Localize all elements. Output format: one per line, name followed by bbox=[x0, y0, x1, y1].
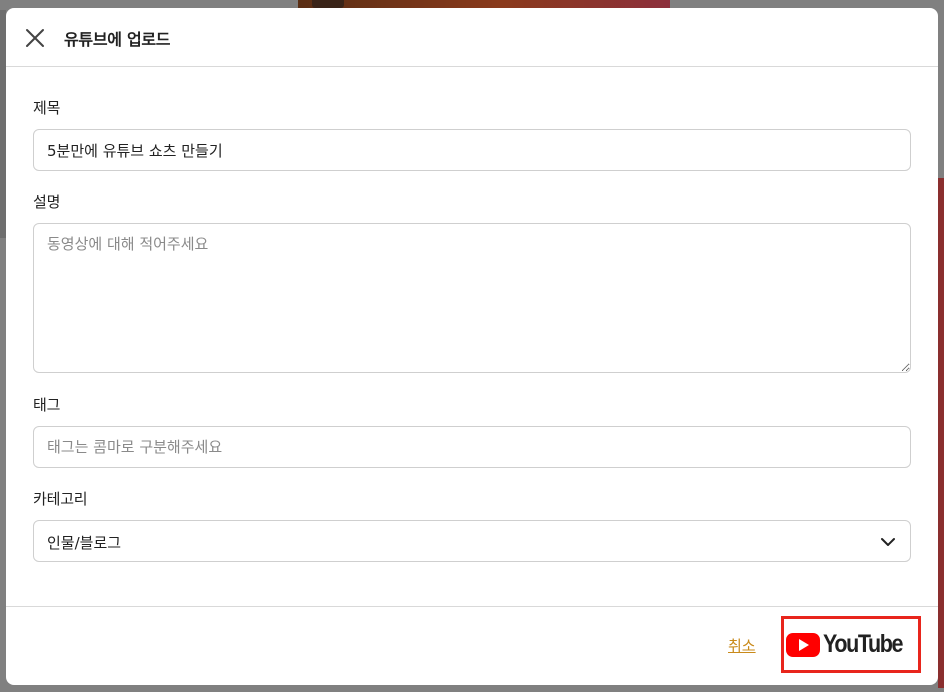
dialog-header: 유튜브에 업로드 bbox=[6, 8, 938, 67]
background-panel-right bbox=[938, 178, 944, 688]
chevron-down-icon bbox=[881, 538, 895, 546]
description-textarea[interactable] bbox=[33, 223, 911, 373]
close-button[interactable] bbox=[20, 23, 50, 53]
dialog-title: 유튜브에 업로드 bbox=[64, 30, 171, 49]
upload-dialog: 유튜브에 업로드 제목 설명 태그 카테고리 인물/블로그 취소 YouTube bbox=[6, 8, 938, 685]
category-label: 카테고리 bbox=[33, 490, 88, 508]
category-selected-value: 인물/블로그 bbox=[47, 534, 122, 552]
category-select[interactable]: 인물/블로그 bbox=[33, 520, 911, 562]
title-label: 제목 bbox=[33, 99, 61, 117]
cancel-button[interactable]: 취소 bbox=[728, 635, 756, 656]
tags-input[interactable] bbox=[33, 426, 911, 468]
tags-label: 태그 bbox=[33, 396, 61, 414]
background-thumbnail-badge bbox=[312, 0, 344, 8]
title-input[interactable] bbox=[33, 129, 911, 171]
youtube-play-icon bbox=[786, 632, 821, 657]
close-icon bbox=[26, 29, 44, 47]
description-label: 설명 bbox=[33, 193, 61, 211]
dialog-footer: 취소 YouTube bbox=[6, 606, 938, 685]
youtube-upload-button[interactable]: YouTube bbox=[781, 616, 921, 673]
youtube-wordmark: YouTube bbox=[823, 630, 904, 658]
